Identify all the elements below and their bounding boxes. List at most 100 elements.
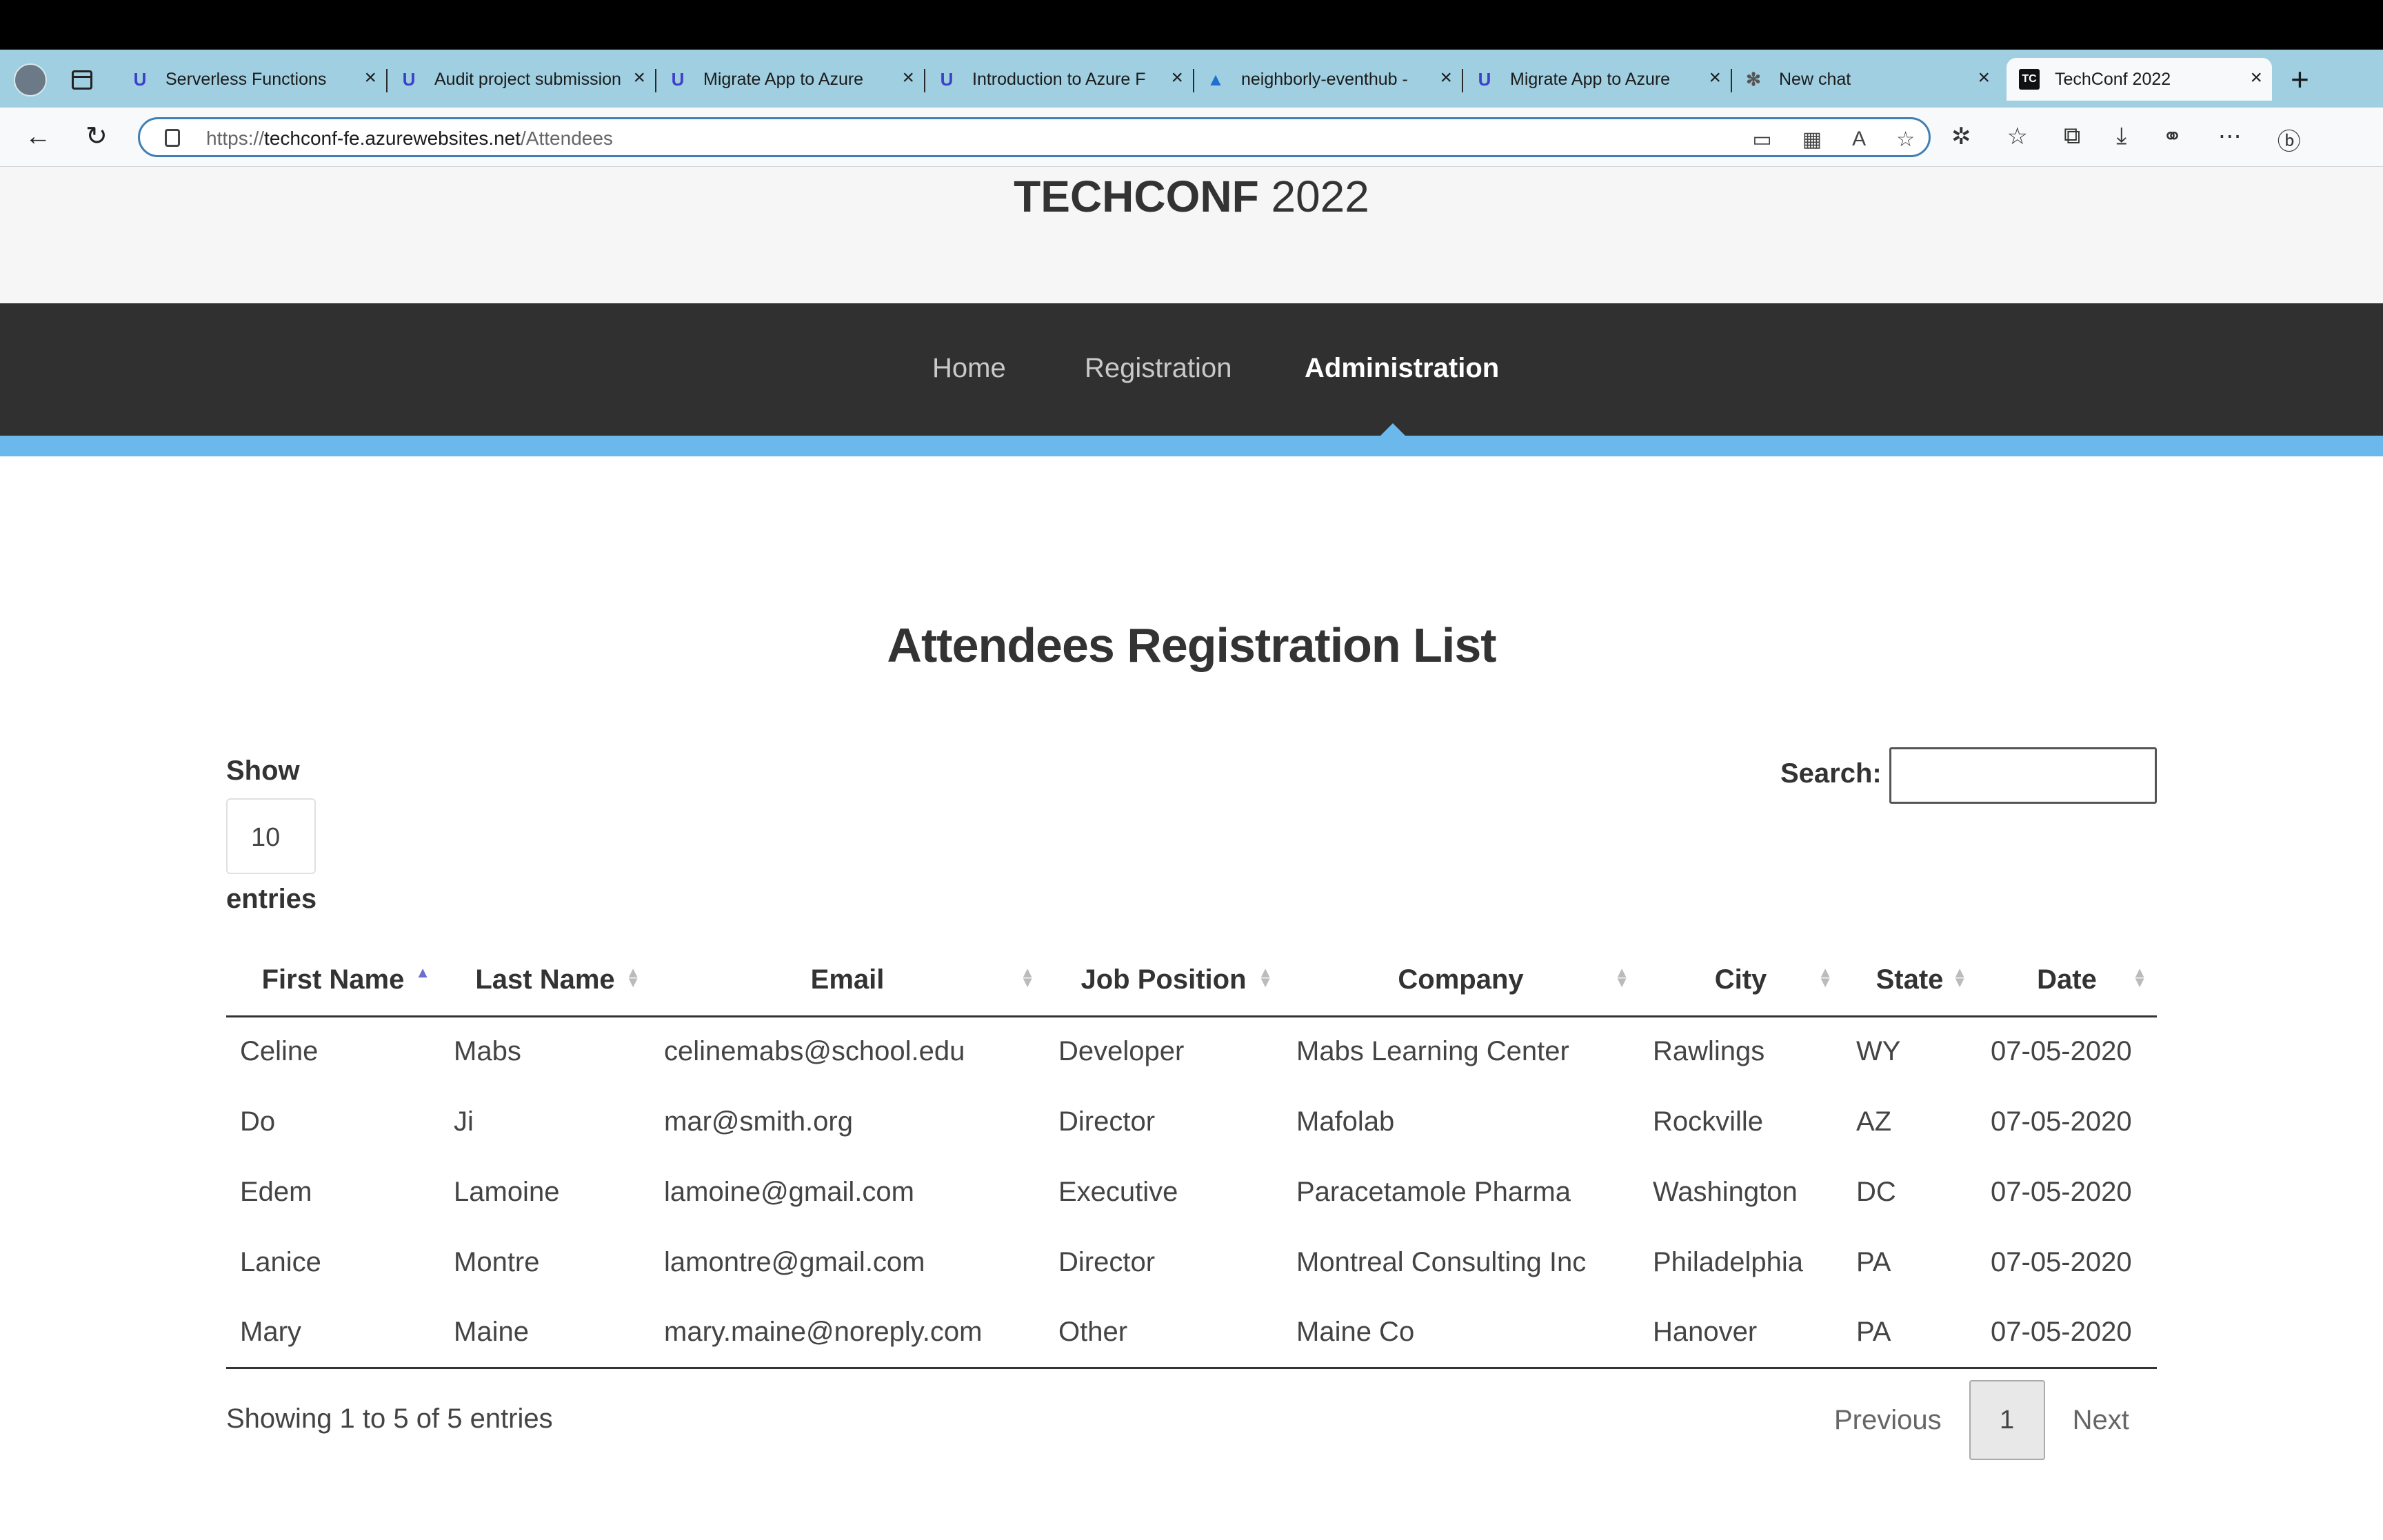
udacity-icon: U <box>940 68 954 90</box>
sort-icon: ▲ ▼ <box>1258 964 1273 991</box>
tab-label: Introduction to Azure F <box>972 69 1146 89</box>
reload-icon[interactable]: ↻ <box>86 123 108 150</box>
table-row: Mary Maine mary.maine@noreply.com Other … <box>226 1297 2157 1369</box>
extensions-icon[interactable]: ✲ <box>1951 123 1971 156</box>
downloads-icon[interactable]: ⤓ <box>2116 123 2126 156</box>
sort-icon: ▲ ▼ <box>1614 964 1629 991</box>
search-input[interactable] <box>1889 747 2157 804</box>
close-icon[interactable]: × <box>902 68 914 88</box>
close-icon[interactable]: × <box>1709 68 1721 88</box>
cell-job-position: Director <box>1058 1246 1156 1277</box>
column-header-city[interactable]: City ▲ ▼ <box>1639 944 1842 1017</box>
favorites-icon[interactable]: ☆ <box>2007 123 2028 156</box>
cell-city: Rawlings <box>1653 1036 1765 1067</box>
sort-icon: ▲ ▼ <box>1020 964 1035 991</box>
table-row: Edem Lamoine lamoine@gmail.com Executive… <box>226 1157 2157 1227</box>
close-icon[interactable]: × <box>364 68 376 88</box>
cell-first-name: Edem <box>240 1176 312 1207</box>
system-top-strip <box>0 0 2383 50</box>
tab-label: TechConf 2022 <box>2055 69 2171 89</box>
udacity-icon: U <box>1478 68 1491 90</box>
active-nav-caret <box>1380 423 1405 436</box>
cell-date: 07-05-2020 <box>1991 1036 2132 1067</box>
close-icon[interactable]: × <box>2250 68 2262 88</box>
nav-home[interactable]: Home <box>932 353 1006 384</box>
cell-company: Mafolab <box>1296 1106 1395 1137</box>
column-header-date[interactable]: Date ▲ ▼ <box>1977 944 2157 1017</box>
cell-city: Rockville <box>1653 1106 1764 1137</box>
cell-state: AZ <box>1856 1106 1892 1137</box>
cell-city: Hanover <box>1639 1297 1842 1369</box>
close-icon[interactable]: × <box>1171 68 1183 88</box>
column-header-email[interactable]: Email ▲ ▼ <box>650 944 1045 1017</box>
app-available-icon[interactable]: ▭ <box>1752 128 1771 152</box>
browser-tab[interactable]: U Migrate App to Azure × <box>655 58 925 101</box>
cell-last-name: Montre <box>454 1246 540 1277</box>
close-icon[interactable]: × <box>1978 68 1990 88</box>
cell-state: DC <box>1856 1176 1896 1207</box>
browser-tab[interactable]: U Serverless Functions × <box>117 58 388 101</box>
browser-tab[interactable]: U Introduction to Azure F × <box>924 58 1194 101</box>
bing-chat-icon[interactable]: ⓑ <box>2278 123 2301 156</box>
new-tab-icon[interactable]: + <box>2291 63 2309 95</box>
column-header-first-name[interactable]: First Name ▲ <box>226 944 440 1017</box>
column-header-job-position[interactable]: Job Position ▲ ▼ <box>1045 944 1283 1017</box>
entries-select[interactable]: 10 <box>226 798 316 874</box>
back-icon[interactable]: ← <box>25 123 51 150</box>
show-label: Show <box>226 756 300 786</box>
browser-tab[interactable]: U Audit project submission × <box>386 58 656 101</box>
site-brand[interactable]: TECHCONF 2022 <box>0 171 2383 222</box>
entries-label: entries <box>226 884 317 914</box>
udacity-icon: U <box>402 68 416 90</box>
favorite-add-icon[interactable]: ☆ <box>1896 128 1915 152</box>
pagination: Previous 1 Next <box>1807 1380 2157 1460</box>
qr-code-icon[interactable]: ▦ <box>1802 128 1822 152</box>
page-1-button[interactable]: 1 <box>1969 1380 2045 1460</box>
profile-avatar[interactable] <box>14 63 47 97</box>
page-title: Attendees Registration List <box>887 618 1496 672</box>
table-info: Showing 1 to 5 of 5 entries <box>226 1404 553 1434</box>
close-icon[interactable]: × <box>633 68 645 88</box>
lock-icon <box>165 129 180 147</box>
cell-email: lamoine@gmail.com <box>664 1176 914 1207</box>
more-menu-icon[interactable]: ⋯ <box>2218 123 2242 156</box>
sort-icon: ▲ ▼ <box>1952 964 1967 991</box>
chatgpt-icon: ✻ <box>1746 68 1761 90</box>
table-row: Celine Mabs celinemabs@school.edu Develo… <box>226 1016 2157 1086</box>
address-bar[interactable]: https://techconf-fe.azurewebsites.net/At… <box>138 117 1931 157</box>
collections-icon[interactable]: ⧉ <box>2064 123 2080 156</box>
browser-tab[interactable]: U Migrate App to Azure × <box>1462 58 1732 101</box>
performance-icon[interactable]: ⚭ <box>2162 123 2182 156</box>
tab-label: Audit project submission <box>434 69 621 89</box>
close-icon[interactable]: × <box>1440 68 1452 88</box>
previous-page-button[interactable]: Previous <box>1807 1405 1969 1436</box>
tab-label: Migrate App to Azure <box>1510 69 1671 89</box>
nav-registration[interactable]: Registration <box>1085 353 1231 384</box>
cell-job-position: Developer <box>1058 1036 1185 1067</box>
next-page-button[interactable]: Next <box>2045 1405 2157 1436</box>
cell-job-position: Other <box>1045 1297 1283 1369</box>
column-header-state[interactable]: State ▲ ▼ <box>1842 944 1977 1017</box>
column-header-last-name[interactable]: Last Name ▲ ▼ <box>440 944 650 1017</box>
cell-state: PA <box>1842 1297 1977 1369</box>
table-header-row: First Name ▲ Last Name ▲ ▼ Email ▲ ▼ Job Posi… <box>226 944 2157 1017</box>
cell-state: WY <box>1856 1036 1901 1067</box>
cell-date: 07-05-2020 <box>1977 1297 2157 1369</box>
tab-actions-icon[interactable] <box>72 70 92 90</box>
cell-company: Paracetamole Pharma <box>1296 1176 1571 1207</box>
cell-state: PA <box>1856 1246 1891 1277</box>
sort-ascending-icon: ▲ <box>415 964 430 981</box>
read-aloud-icon[interactable]: A <box>1852 128 1866 152</box>
browser-tab[interactable]: ▲ neighborly-eventhub - × <box>1193 58 1463 101</box>
cell-city: Philadelphia <box>1653 1246 1803 1277</box>
site-header: TECHCONF 2022 <box>0 167 2383 303</box>
nav-administration[interactable]: Administration <box>1305 353 1499 384</box>
cell-last-name: Ji <box>454 1106 474 1137</box>
accent-bar <box>0 436 2383 456</box>
browser-tab-active[interactable]: TC TechConf 2022 × <box>2007 58 2272 101</box>
url-text[interactable]: https://techconf-fe.azurewebsites.net/At… <box>206 128 613 150</box>
column-header-company[interactable]: Company ▲ ▼ <box>1283 944 1639 1017</box>
cell-first-name: Mary <box>226 1297 440 1369</box>
cell-city: Washington <box>1653 1176 1798 1207</box>
browser-tab[interactable]: ✻ New chat × <box>1731 58 2000 101</box>
